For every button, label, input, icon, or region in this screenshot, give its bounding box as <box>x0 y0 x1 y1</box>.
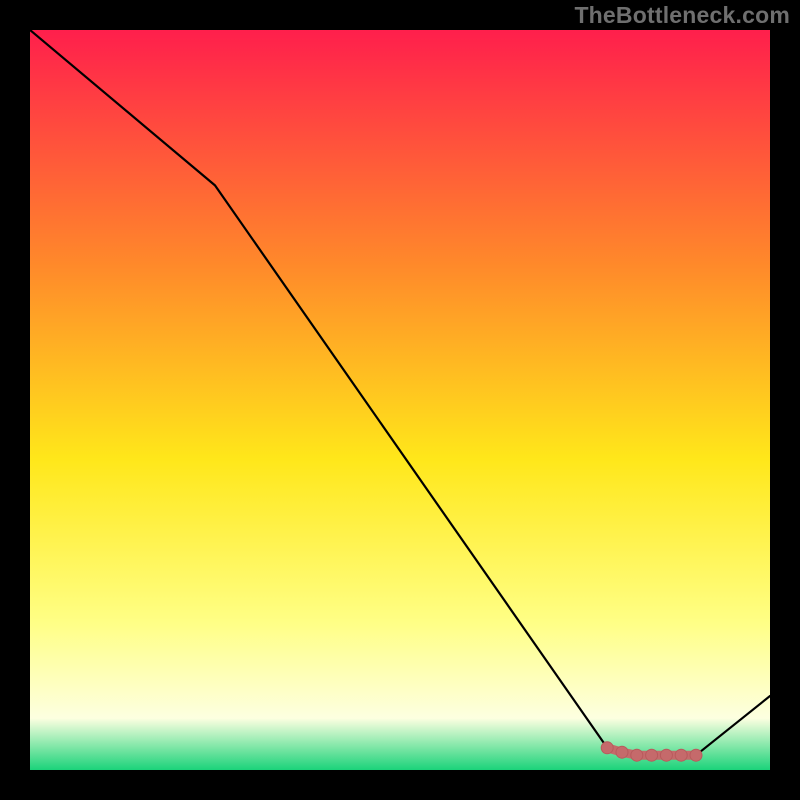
highlight-dot <box>646 749 658 761</box>
highlight-dot <box>675 749 687 761</box>
highlight-dot <box>660 749 672 761</box>
gradient-background <box>30 30 770 770</box>
watermark-text: TheBottleneck.com <box>574 2 790 29</box>
highlight-dot <box>690 749 702 761</box>
plot-area <box>30 30 770 770</box>
highlight-dot <box>616 746 628 758</box>
highlight-dot <box>601 742 613 754</box>
highlight-dot <box>631 749 643 761</box>
chart-svg <box>30 30 770 770</box>
chart-frame: TheBottleneck.com <box>0 0 800 800</box>
